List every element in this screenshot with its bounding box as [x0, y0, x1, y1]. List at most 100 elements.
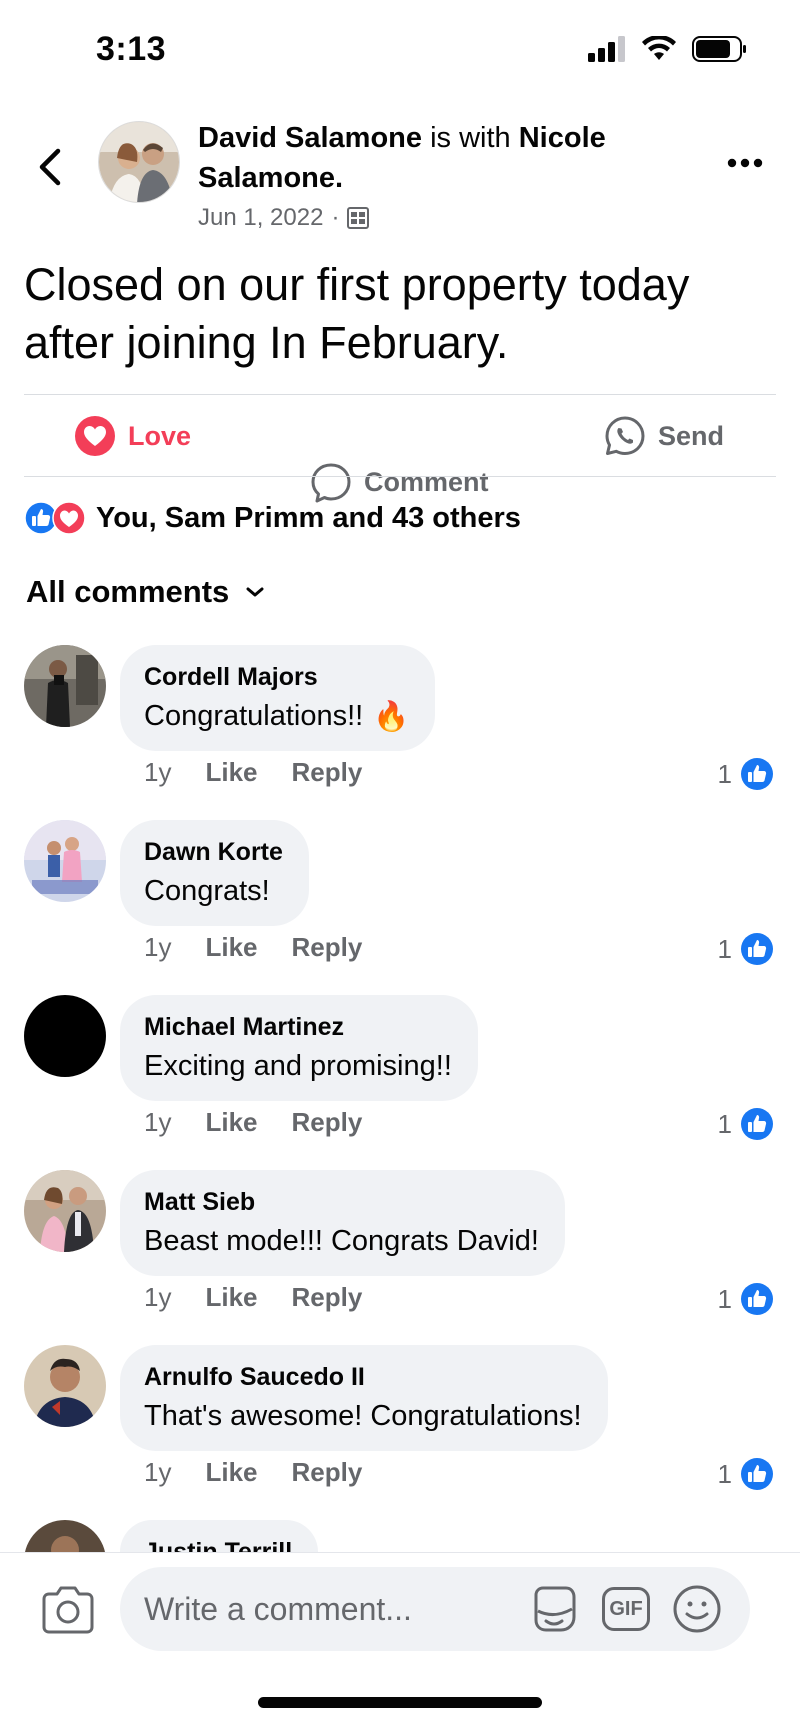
emoji-icon[interactable]: [672, 1584, 722, 1634]
commenter-avatar[interactable]: [24, 1170, 106, 1252]
fire-emoji: 🔥: [373, 699, 410, 733]
send-button[interactable]: Send: [604, 395, 724, 477]
status-icons: [588, 36, 748, 62]
comment-like-count[interactable]: 1: [718, 1107, 774, 1141]
like-count: 1: [717, 1458, 732, 1489]
comment-bubble[interactable]: Dawn Korte Congrats!: [120, 820, 309, 926]
back-arrow-icon: [39, 148, 61, 186]
all-comments-label: All comments: [26, 574, 230, 609]
like-reaction-icon: [741, 1108, 773, 1140]
camera-icon: [42, 1586, 94, 1634]
like-count: 1: [717, 758, 732, 789]
more-options-button[interactable]: [720, 148, 770, 178]
like-reaction-icon: [741, 1458, 773, 1490]
comment-item: Cordell Majors Congratulations!! 🔥 1y Li…: [0, 645, 800, 820]
post-meta: Jun 1, 2022 ·: [198, 204, 370, 232]
camera-button[interactable]: [40, 1585, 96, 1641]
commenter-name[interactable]: Dawn Korte: [144, 834, 283, 870]
more-dots-icon: [727, 158, 763, 168]
love-button[interactable]: Love: [74, 395, 191, 477]
composer-icons: GIF: [528, 1583, 722, 1635]
author-avatar[interactable]: [98, 121, 180, 203]
post-text: Closed on our first property today after…: [24, 259, 690, 368]
post-header: David Salamone is with Nicole Salamone. …: [0, 118, 800, 238]
like-reaction-icon: [741, 1283, 773, 1315]
love-reaction-icon: [75, 416, 115, 456]
comment-bubble[interactable]: Arnulfo Saucedo II That's awesome! Congr…: [120, 1345, 608, 1451]
like-reaction-icon: [741, 933, 773, 965]
commenter-name[interactable]: Arnulfo Saucedo II: [144, 1359, 582, 1395]
love-reaction-icon: [52, 501, 86, 535]
whatsapp-send-icon: [605, 416, 645, 455]
post-date[interactable]: Jun 1, 2022: [198, 204, 323, 232]
comment-text: Congratulations!! 🔥: [144, 695, 409, 737]
like-count: 1: [717, 1283, 732, 1314]
comment-time: 1y: [144, 1107, 172, 1137]
comment-bubble[interactable]: Matt Sieb Beast mode!!! Congrats David!: [120, 1170, 565, 1276]
commenter-avatar[interactable]: [24, 645, 106, 727]
comment-like-link[interactable]: Like: [205, 932, 257, 963]
photo-album-icon: [347, 207, 370, 229]
comment-reply-link[interactable]: Reply: [292, 757, 363, 788]
actions-bottom-divider: [24, 476, 776, 477]
comment-text: That's awesome! Congratulations!: [144, 1400, 582, 1432]
gif-label: GIF: [609, 1597, 643, 1620]
comment-item: Michael Martinez Exciting and promising!…: [0, 995, 800, 1170]
commenter-name[interactable]: Cordell Majors: [144, 659, 409, 695]
comment-item: Dawn Korte Congrats! 1y Like Reply 1: [0, 820, 800, 995]
comment-bubble[interactable]: Cordell Majors Congratulations!! 🔥: [120, 645, 436, 751]
reactions-summary[interactable]: You, Sam Primm and 43 others: [24, 496, 521, 540]
wifi-icon: [642, 36, 676, 60]
commenter-avatar[interactable]: [24, 1345, 106, 1427]
comment-item: Matt Sieb Beast mode!!! Congrats David! …: [0, 1170, 800, 1345]
post-author-line: David Salamone is with Nicole Salamone.: [198, 118, 678, 198]
comment-reply-link[interactable]: Reply: [292, 932, 363, 963]
comment-like-count[interactable]: 1: [718, 1457, 774, 1491]
reactions-text: You, Sam Primm and 43 others: [96, 501, 521, 534]
chevron-down-icon: [246, 587, 264, 597]
home-indicator: [258, 1697, 542, 1708]
comment-like-count[interactable]: 1: [718, 932, 774, 966]
like-count: 1: [717, 933, 732, 964]
comment-reply-link[interactable]: Reply: [292, 1457, 363, 1488]
post-author-name[interactable]: David Salamone: [198, 122, 422, 154]
comment-meta: 1y Like Reply: [144, 1282, 362, 1313]
back-button[interactable]: [30, 142, 70, 192]
commenter-avatar[interactable]: [24, 820, 106, 902]
comment-like-link[interactable]: Like: [205, 1282, 257, 1313]
comment-like-count[interactable]: 1: [718, 757, 774, 791]
commenter-name[interactable]: Matt Sieb: [144, 1184, 539, 1220]
comment-composer: GIF: [0, 1552, 800, 1731]
comment-time: 1y: [144, 757, 172, 787]
comment-meta: 1y Like Reply: [144, 932, 362, 963]
avatar-sticker-icon[interactable]: [528, 1583, 580, 1635]
comment-meta: 1y Like Reply: [144, 757, 362, 788]
comment-text-body: Congratulations!!: [144, 700, 364, 732]
cellular-signal-icon: [588, 36, 625, 62]
comment-like-link[interactable]: Like: [205, 1107, 257, 1138]
gif-button[interactable]: GIF: [602, 1587, 650, 1631]
commenter-name[interactable]: Michael Martinez: [144, 1009, 452, 1045]
comment-meta: 1y Like Reply: [144, 1107, 362, 1138]
commenter-avatar[interactable]: [24, 995, 106, 1077]
comment-item: Arnulfo Saucedo II That's awesome! Congr…: [0, 1345, 800, 1520]
comment-bubble[interactable]: Michael Martinez Exciting and promising!…: [120, 995, 478, 1101]
comment-reply-link[interactable]: Reply: [292, 1282, 363, 1313]
comment-like-link[interactable]: Like: [205, 757, 257, 788]
status-time: 3:13: [96, 30, 167, 68]
comment-meta: 1y Like Reply: [144, 1457, 362, 1488]
comment-text: Congrats!: [144, 875, 270, 907]
comment-like-count[interactable]: 1: [718, 1282, 774, 1316]
all-comments-filter[interactable]: All comments: [26, 574, 265, 610]
like-count: 1: [717, 1108, 732, 1139]
comment-time: 1y: [144, 932, 172, 962]
comment-text: Exciting and promising!!: [144, 1050, 452, 1082]
like-reaction-icon: [741, 758, 773, 790]
comment-like-link[interactable]: Like: [205, 1457, 257, 1488]
meta-separator: ·: [331, 204, 340, 231]
comment-text: Beast mode!!! Congrats David!: [144, 1225, 539, 1257]
send-label: Send: [658, 420, 725, 451]
comment-reply-link[interactable]: Reply: [292, 1107, 363, 1138]
comment-time: 1y: [144, 1282, 172, 1312]
comment-button[interactable]: Comment: [310, 395, 800, 570]
